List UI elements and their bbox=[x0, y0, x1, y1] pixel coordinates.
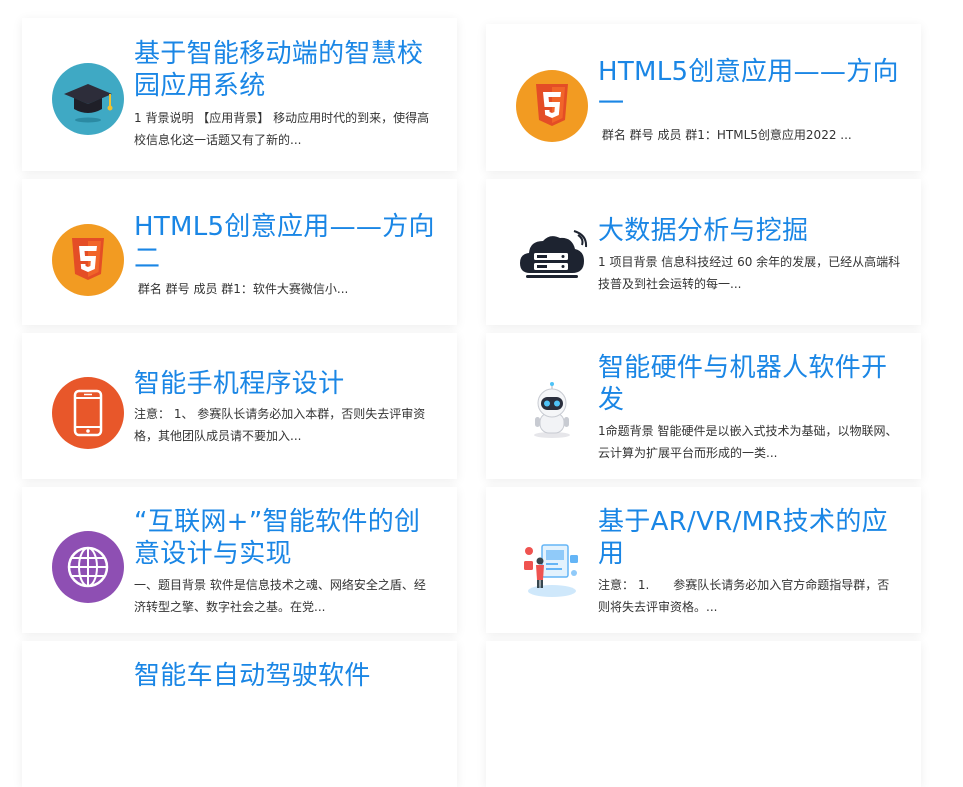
card-description: 注意： 1. 参赛队长请务必加入官方命题指导群，否则将失去评审资格。... bbox=[598, 578, 890, 614]
card-title[interactable]: “互联网+”智能软件的创意设计与实现 bbox=[134, 506, 441, 570]
robot-icon bbox=[516, 379, 588, 451]
html5-icon bbox=[516, 70, 588, 142]
card-title[interactable]: HTML5创意应用——方向一 bbox=[598, 56, 905, 120]
card-title[interactable]: 大数据分析与挖掘 bbox=[598, 215, 905, 247]
globe-icon bbox=[52, 531, 124, 603]
card-title[interactable]: HTML5创意应用——方向二 bbox=[134, 211, 441, 275]
project-card[interactable]: 智能硬件与机器人软件开发 1命题背景 智能硬件是以嵌入式技术为基础，以物联网、云… bbox=[486, 333, 921, 479]
card-description: 群名 群号 成员 群1：软件大赛微信小... bbox=[134, 282, 349, 296]
card-title[interactable]: 基于AR/VR/MR技术的应用 bbox=[598, 506, 905, 570]
project-card[interactable]: 大数据分析与挖掘 1 项目背景 信息科技经过 60 余年的发展，已经从高端科技普… bbox=[486, 179, 921, 325]
project-card[interactable]: 基于智能移动端的智慧校园应用系统 1 背景说明 【应用背景】 移动应用时代的到来… bbox=[22, 18, 457, 171]
card-description: 注意： 1、 参赛队长请务必加入本群，否则失去评审资格，其他团队成员请不要加入.… bbox=[134, 407, 426, 443]
card-description: 一、题目背景 软件是信息技术之魂、网络安全之盾、经济转型之擎、数字社会之基。在党… bbox=[134, 578, 426, 614]
graduation-cap-icon bbox=[52, 63, 124, 135]
project-card[interactable]: 智能手机程序设计 注意： 1、 参赛队长请务必加入本群，否则失去评审资格，其他团… bbox=[22, 333, 457, 479]
smartphone-icon bbox=[52, 377, 124, 449]
card-description: 群名 群号 成员 群1：HTML5创意应用2022 ... bbox=[598, 128, 852, 142]
ar-vr-icon bbox=[516, 533, 588, 605]
cloud-server-icon bbox=[516, 223, 588, 295]
project-card[interactable]: 智能车自动驾驶软件 bbox=[22, 641, 457, 787]
card-title[interactable]: 基于智能移动端的智慧校园应用系统 bbox=[134, 38, 441, 102]
card-description: 1 背景说明 【应用背景】 移动应用时代的到来，使得高校信息化这一话题又有了新的… bbox=[134, 111, 430, 147]
project-card[interactable] bbox=[486, 641, 921, 787]
card-title[interactable]: 智能手机程序设计 bbox=[134, 368, 441, 400]
html5-icon bbox=[52, 224, 124, 296]
project-card[interactable]: 基于AR/VR/MR技术的应用 注意： 1. 参赛队长请务必加入官方命题指导群，… bbox=[486, 487, 921, 633]
card-description: 1 项目背景 信息科技经过 60 余年的发展，已经从高端科技普及到社会运转的每一… bbox=[598, 255, 901, 291]
project-card[interactable]: HTML5创意应用——方向二 群名 群号 成员 群1：软件大赛微信小... bbox=[22, 179, 457, 325]
card-title[interactable]: 智能硬件与机器人软件开发 bbox=[598, 352, 905, 416]
project-card[interactable]: HTML5创意应用——方向一 群名 群号 成员 群1：HTML5创意应用2022… bbox=[486, 24, 921, 171]
card-description: 1命题背景 智能硬件是以嵌入式技术为基础，以物联网、云计算为扩展平台而形成的一类… bbox=[598, 424, 898, 460]
project-card[interactable]: “互联网+”智能软件的创意设计与实现 一、题目背景 软件是信息技术之魂、网络安全… bbox=[22, 487, 457, 633]
